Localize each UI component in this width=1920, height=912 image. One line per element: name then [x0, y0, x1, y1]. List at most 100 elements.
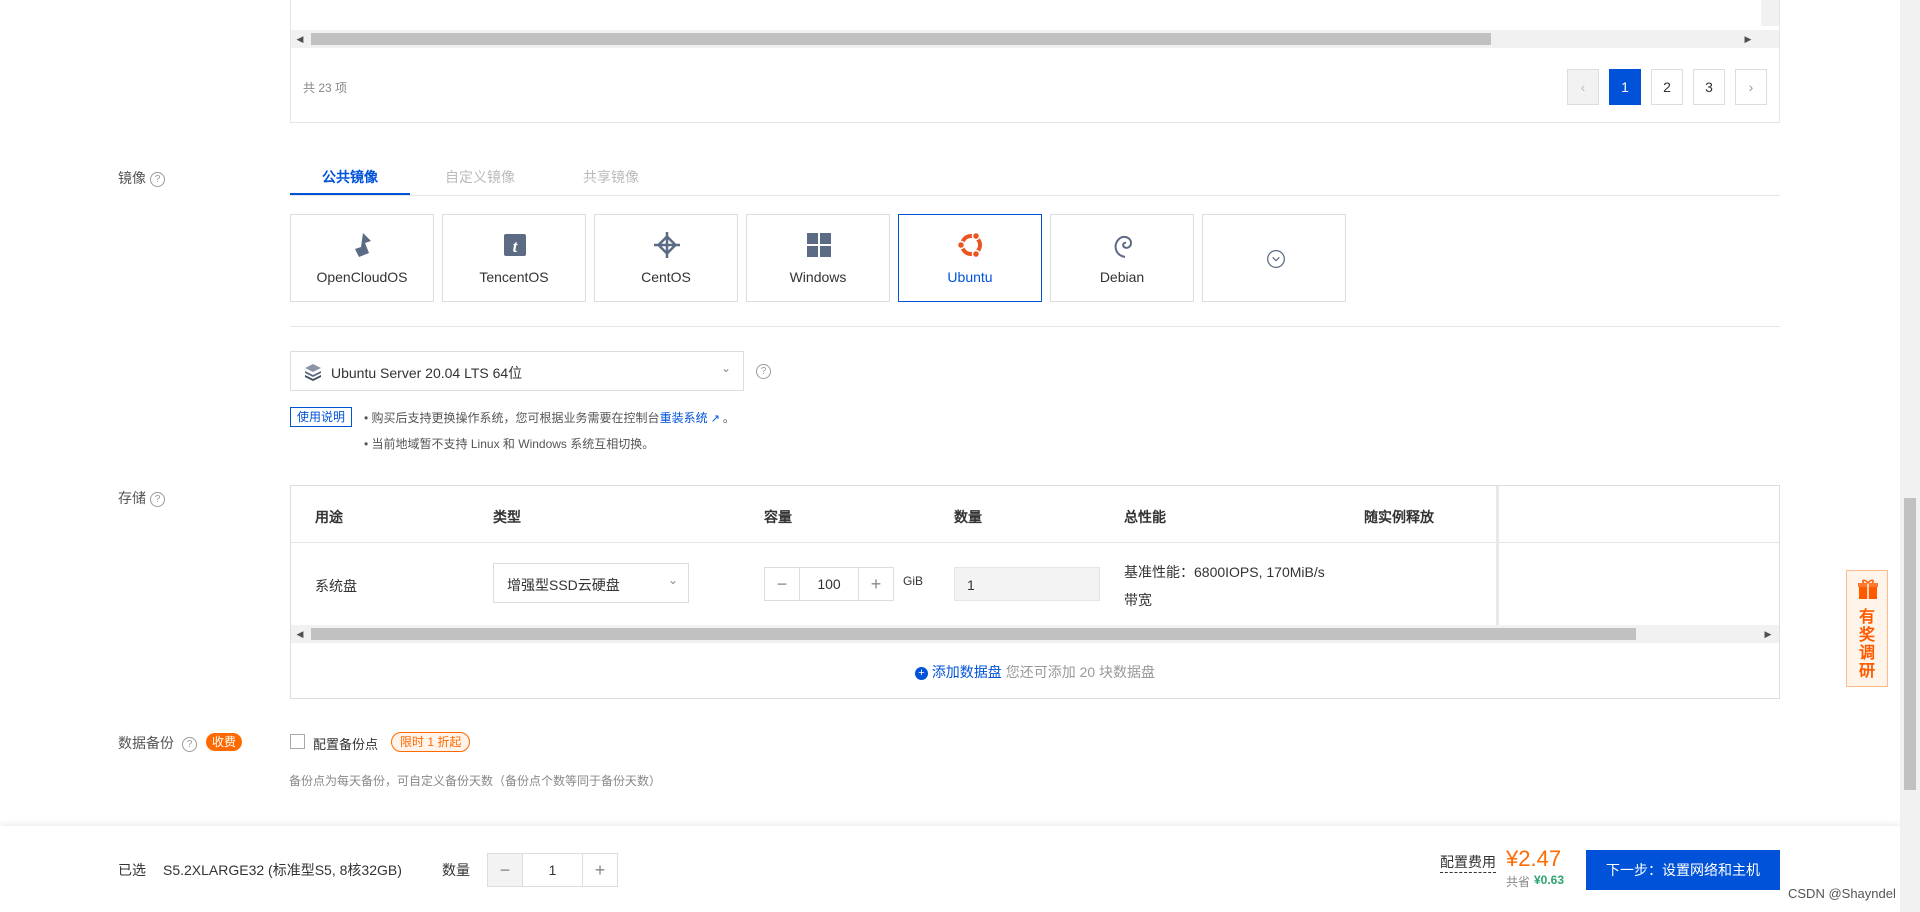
- storage-table: 用途 类型 容量 数量 总性能 随实例释放 系统盘 增强型SSD云硬盘 ⌄ − …: [290, 485, 1780, 699]
- col-usage: 用途: [315, 509, 343, 525]
- disk-count-field: 1: [954, 567, 1100, 601]
- os-card-ubuntu[interactable]: Ubuntu: [898, 214, 1042, 302]
- centos-icon: [654, 232, 680, 258]
- decrease-quantity-button[interactable]: −: [488, 854, 522, 886]
- scroll-right-icon[interactable]: ▶: [1763, 628, 1773, 640]
- total-count: 共 23 项: [303, 81, 348, 95]
- os-name: OpenCloudOS: [316, 269, 408, 285]
- watermark: CSDN @Shayndel: [1788, 886, 1896, 901]
- opencloudos-icon: [355, 233, 371, 257]
- tab-shared-image[interactable]: 共享镜像: [583, 167, 639, 187]
- plus-circle-icon[interactable]: +: [914, 667, 928, 680]
- col-release-with-instance: 随实例释放: [1364, 509, 1434, 525]
- price: ¥2.47: [1506, 846, 1562, 871]
- backup-section-label: 数据备份?: [118, 733, 197, 753]
- os-name: CentOS: [641, 269, 691, 285]
- disk-performance: 基准性能：6800IOPS, 170MiB/s: [1124, 564, 1325, 580]
- selected-version: Ubuntu Server 20.04 LTS 64位: [331, 365, 523, 381]
- tab-custom-image[interactable]: 自定义镜像: [445, 167, 515, 187]
- pagination: ‹ 1 2 3 ›: [1567, 69, 1777, 105]
- gift-icon: [1858, 579, 1878, 599]
- os-name: TencentOS: [479, 269, 549, 285]
- os-card-windows[interactable]: Windows: [746, 214, 890, 302]
- selected-label: 已选: [118, 862, 146, 878]
- prev-page-button[interactable]: ‹: [1567, 69, 1599, 105]
- decrease-capacity-button[interactable]: −: [765, 568, 799, 600]
- next-step-button[interactable]: 下一步：设置网络和主机: [1586, 850, 1780, 890]
- scrollbar-thumb[interactable]: [311, 628, 1636, 640]
- windows-icon: [807, 233, 831, 257]
- os-card-tencentos[interactable]: t TencentOS: [442, 214, 586, 302]
- col-performance: 总性能: [1124, 509, 1166, 525]
- config-fee-label[interactable]: 配置费用: [1440, 852, 1496, 873]
- image-section-label: 镜像?: [118, 168, 165, 188]
- server-stack-icon: [305, 364, 321, 381]
- col-capacity: 容量: [764, 509, 792, 525]
- saving-amount: ¥0.63: [1534, 873, 1565, 887]
- instance-type-table: ◀ ▶ 共 23 项 ‹ 1 2 3 ›: [290, 0, 1780, 123]
- survey-float-button[interactable]: 有奖调研: [1846, 570, 1888, 687]
- backup-checkbox-label[interactable]: 配置备份点: [313, 734, 378, 753]
- os-card-centos[interactable]: CentOS: [594, 214, 738, 302]
- bullet: •: [364, 437, 372, 451]
- fixed-column-shadow: [1496, 486, 1499, 626]
- fee-badge: 收费: [206, 733, 243, 751]
- scrollbar-thumb[interactable]: [311, 33, 1491, 45]
- version-help-icon[interactable]: ?: [756, 364, 771, 379]
- scroll-left-icon[interactable]: ◀: [295, 628, 305, 640]
- increase-capacity-button[interactable]: +: [859, 568, 893, 600]
- help-icon[interactable]: ?: [150, 172, 165, 187]
- os-name: Debian: [1099, 269, 1145, 285]
- quantity-stepper: − 1 +: [487, 853, 618, 887]
- backup-hint: 备份点为每天备份，可自定义备份天数（备份点个数等同于备份天数）: [289, 774, 662, 788]
- os-name: Windows: [789, 269, 847, 285]
- backup-checkbox[interactable]: [290, 734, 305, 749]
- tencentos-icon: t: [504, 234, 526, 256]
- image-note-2: • 当前地域暂不支持 Linux 和 Windows 系统互相切换。: [364, 437, 655, 451]
- add-data-disk-link[interactable]: 添加数据盘: [932, 664, 1002, 680]
- saving-label: 共省: [1506, 875, 1531, 889]
- help-icon[interactable]: ?: [182, 737, 197, 752]
- active-tab-indicator: [290, 193, 410, 195]
- table-vertical-scrollbar[interactable]: [1761, 0, 1779, 26]
- page-1-button[interactable]: 1: [1609, 69, 1641, 105]
- os-card-opencloudos[interactable]: OpenCloudOS: [290, 214, 434, 302]
- col-type: 类型: [493, 509, 521, 525]
- capacity-stepper: − 100 +: [764, 567, 894, 601]
- page-scrollbar-thumb[interactable]: [1904, 498, 1916, 790]
- usage-instructions-button[interactable]: 使用说明: [290, 407, 352, 427]
- tab-public-image[interactable]: 公共镜像: [322, 167, 378, 187]
- survey-label: 有奖调研: [1858, 609, 1875, 680]
- storage-section-label: 存储?: [118, 488, 165, 508]
- disk-usage: 系统盘: [315, 578, 357, 594]
- add-data-disk-hint: 您还可添加 20 块数据盘: [1005, 664, 1156, 680]
- bullet: •: [364, 411, 372, 425]
- capacity-input[interactable]: 100: [799, 568, 859, 600]
- storage-horizontal-scrollbar[interactable]: ◀ ▶: [291, 625, 1779, 643]
- quantity-input[interactable]: 1: [522, 854, 583, 886]
- debian-icon: [1114, 235, 1133, 258]
- increase-quantity-button[interactable]: +: [583, 854, 617, 886]
- os-card-debian[interactable]: Debian: [1050, 214, 1194, 302]
- reinstall-system-link[interactable]: 重装系统: [660, 411, 708, 425]
- next-page-button[interactable]: ›: [1735, 69, 1767, 105]
- disk-type-value: 增强型SSD云硬盘: [507, 577, 620, 593]
- scroll-left-icon[interactable]: ◀: [295, 33, 305, 45]
- header-divider: [291, 542, 1779, 543]
- chevron-down-icon: ⌄: [720, 361, 731, 375]
- scroll-right-icon[interactable]: ▶: [1743, 33, 1753, 45]
- promo-badge: 限时 1 折起: [391, 732, 471, 752]
- page-vertical-scrollbar[interactable]: [1900, 0, 1920, 912]
- quantity-label: 数量: [442, 862, 470, 878]
- image-tabs: 公共镜像 自定义镜像 共享镜像: [290, 155, 1780, 196]
- table-horizontal-scrollbar[interactable]: ◀ ▶: [291, 30, 1779, 48]
- selected-spec: S5.2XLARGE32 (标准型S5, 8核32GB): [163, 862, 402, 878]
- page-2-button[interactable]: 2: [1651, 69, 1683, 105]
- more-os-button[interactable]: [1202, 214, 1346, 302]
- bottom-order-bar: 已选 S5.2XLARGE32 (标准型S5, 8核32GB) 数量 − 1 +…: [0, 826, 1900, 912]
- disk-type-select[interactable]: 增强型SSD云硬盘 ⌄: [493, 563, 689, 603]
- chevron-down-icon: ⌄: [667, 573, 678, 587]
- image-version-select[interactable]: Ubuntu Server 20.04 LTS 64位 ⌄: [290, 351, 744, 391]
- help-icon[interactable]: ?: [150, 492, 165, 507]
- page-3-button[interactable]: 3: [1693, 69, 1725, 105]
